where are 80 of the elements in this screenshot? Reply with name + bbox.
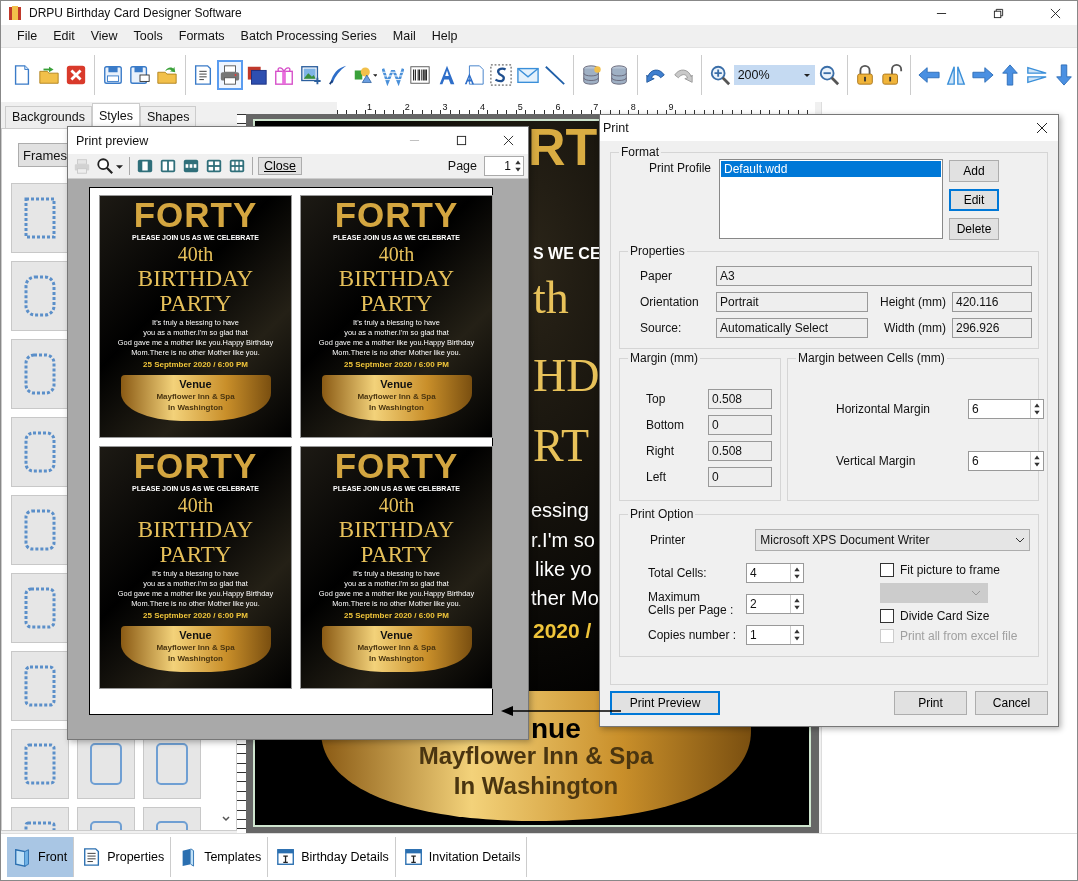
card-text: S WE CE bbox=[533, 245, 601, 263]
field-label: Source: bbox=[640, 321, 683, 335]
card-text: essing bbox=[531, 499, 589, 522]
group-label: Format bbox=[620, 145, 660, 159]
card-headline: PARTY bbox=[360, 291, 433, 316]
venue-text: In Washington bbox=[369, 653, 424, 664]
page-label: Page bbox=[447, 159, 477, 173]
card-text: RT bbox=[528, 121, 598, 177]
card-headline: 40th bbox=[177, 494, 214, 517]
group-label: Print Option bbox=[629, 507, 695, 521]
card-text: like yo bbox=[535, 558, 592, 581]
venue-text: In Washington bbox=[168, 402, 223, 413]
field-label: Horizontal Margin bbox=[836, 402, 932, 416]
card-title: FORTY bbox=[334, 448, 459, 484]
field-label: Orientation bbox=[640, 295, 700, 309]
group-label: Margin between Cells (mm) bbox=[797, 351, 946, 365]
dialog-title: Print bbox=[603, 121, 629, 135]
field-label: Print Profile bbox=[647, 160, 711, 175]
card-headline: BIRTHDAY bbox=[137, 266, 254, 291]
card-headline: 40th bbox=[378, 494, 415, 517]
card-date: 25 Septmber 2020 / 6:00 PM bbox=[344, 610, 449, 622]
ruler-label: 2 bbox=[404, 102, 411, 114]
card-date: 25 Septmber 2020 / 6:00 PM bbox=[143, 359, 248, 371]
checkbox-label: Print all from excel file bbox=[900, 629, 1018, 643]
window-title: Print preview bbox=[76, 133, 149, 148]
ruler-label: 1 bbox=[367, 102, 373, 114]
venue-heading: Venue bbox=[380, 378, 413, 391]
ruler-label: 8 bbox=[630, 102, 637, 114]
card-headline: PARTY bbox=[159, 291, 232, 316]
ruler-label: 6 bbox=[555, 102, 562, 114]
group-label: Properties bbox=[629, 244, 686, 258]
field-label: Maximum Cells per Page : bbox=[648, 591, 735, 617]
card-headline: BIRTHDAY bbox=[338, 517, 455, 542]
card-text: ther Mo bbox=[531, 587, 599, 610]
card-headline: PARTY bbox=[360, 542, 433, 567]
checkbox-label: Fit picture to frame bbox=[900, 563, 1001, 577]
ruler-label: 4 bbox=[480, 102, 487, 114]
card-date: 25 Septmber 2020 / 6:00 PM bbox=[344, 359, 449, 371]
card-headline: BIRTHDAY bbox=[137, 517, 254, 542]
venue-text: Mayflower Inn & Spa bbox=[156, 642, 235, 653]
field-label: Bottom bbox=[646, 418, 685, 432]
venue-text: In Washington bbox=[369, 402, 424, 413]
venue-text: In Washington bbox=[453, 771, 619, 801]
field-label: Left bbox=[646, 470, 667, 484]
card-text: 2020 / bbox=[533, 619, 592, 643]
field-label: Total Cells: bbox=[648, 566, 708, 580]
venue-heading: Venue bbox=[380, 629, 413, 642]
field-label: Height (mm) bbox=[879, 295, 947, 309]
venue-heading: Venue bbox=[179, 378, 212, 391]
checkbox-label: Divide Card Size bbox=[900, 609, 990, 623]
venue-text: Mayflower Inn & Spa bbox=[357, 642, 436, 653]
card-date: 25 Septmber 2020 / 6:00 PM bbox=[143, 610, 248, 622]
field-label: Copies number : bbox=[648, 628, 738, 642]
field-label: Paper bbox=[640, 269, 674, 283]
ruler-label: 5 bbox=[517, 102, 524, 114]
venue-heading: Venue bbox=[179, 629, 212, 642]
card-headline: BIRTHDAY bbox=[338, 266, 455, 291]
field-label: Width (mm) bbox=[883, 321, 947, 335]
ruler-label: 9 bbox=[668, 102, 675, 114]
ruler-label: 3 bbox=[442, 102, 449, 114]
card-text: th bbox=[533, 271, 569, 324]
card-text: r.I'm so bbox=[531, 529, 595, 552]
card-title: FORTY bbox=[133, 197, 258, 233]
venue-text: Mayflower Inn & Spa bbox=[156, 391, 235, 402]
field-label: Right bbox=[646, 444, 675, 458]
venue-text: Mayflower Inn & Spa bbox=[357, 391, 436, 402]
field-label: Top bbox=[646, 392, 667, 406]
venue-text: In Washington bbox=[168, 653, 223, 664]
card-headline: 40th bbox=[177, 243, 214, 266]
ruler-label: 7 bbox=[593, 102, 600, 114]
group-label: Margin (mm) bbox=[629, 351, 699, 365]
field-label: Vertical Margin bbox=[836, 454, 917, 468]
card-title: FORTY bbox=[133, 448, 258, 484]
field-label: Printer bbox=[650, 533, 686, 547]
card-headline: 40th bbox=[378, 243, 415, 266]
card-headline: PARTY bbox=[159, 542, 232, 567]
card-text: RT bbox=[533, 419, 590, 472]
card-text: HD bbox=[533, 349, 600, 402]
window-title: DRPU Birthday Card Designer Software bbox=[29, 6, 242, 20]
card-title: FORTY bbox=[334, 197, 459, 233]
